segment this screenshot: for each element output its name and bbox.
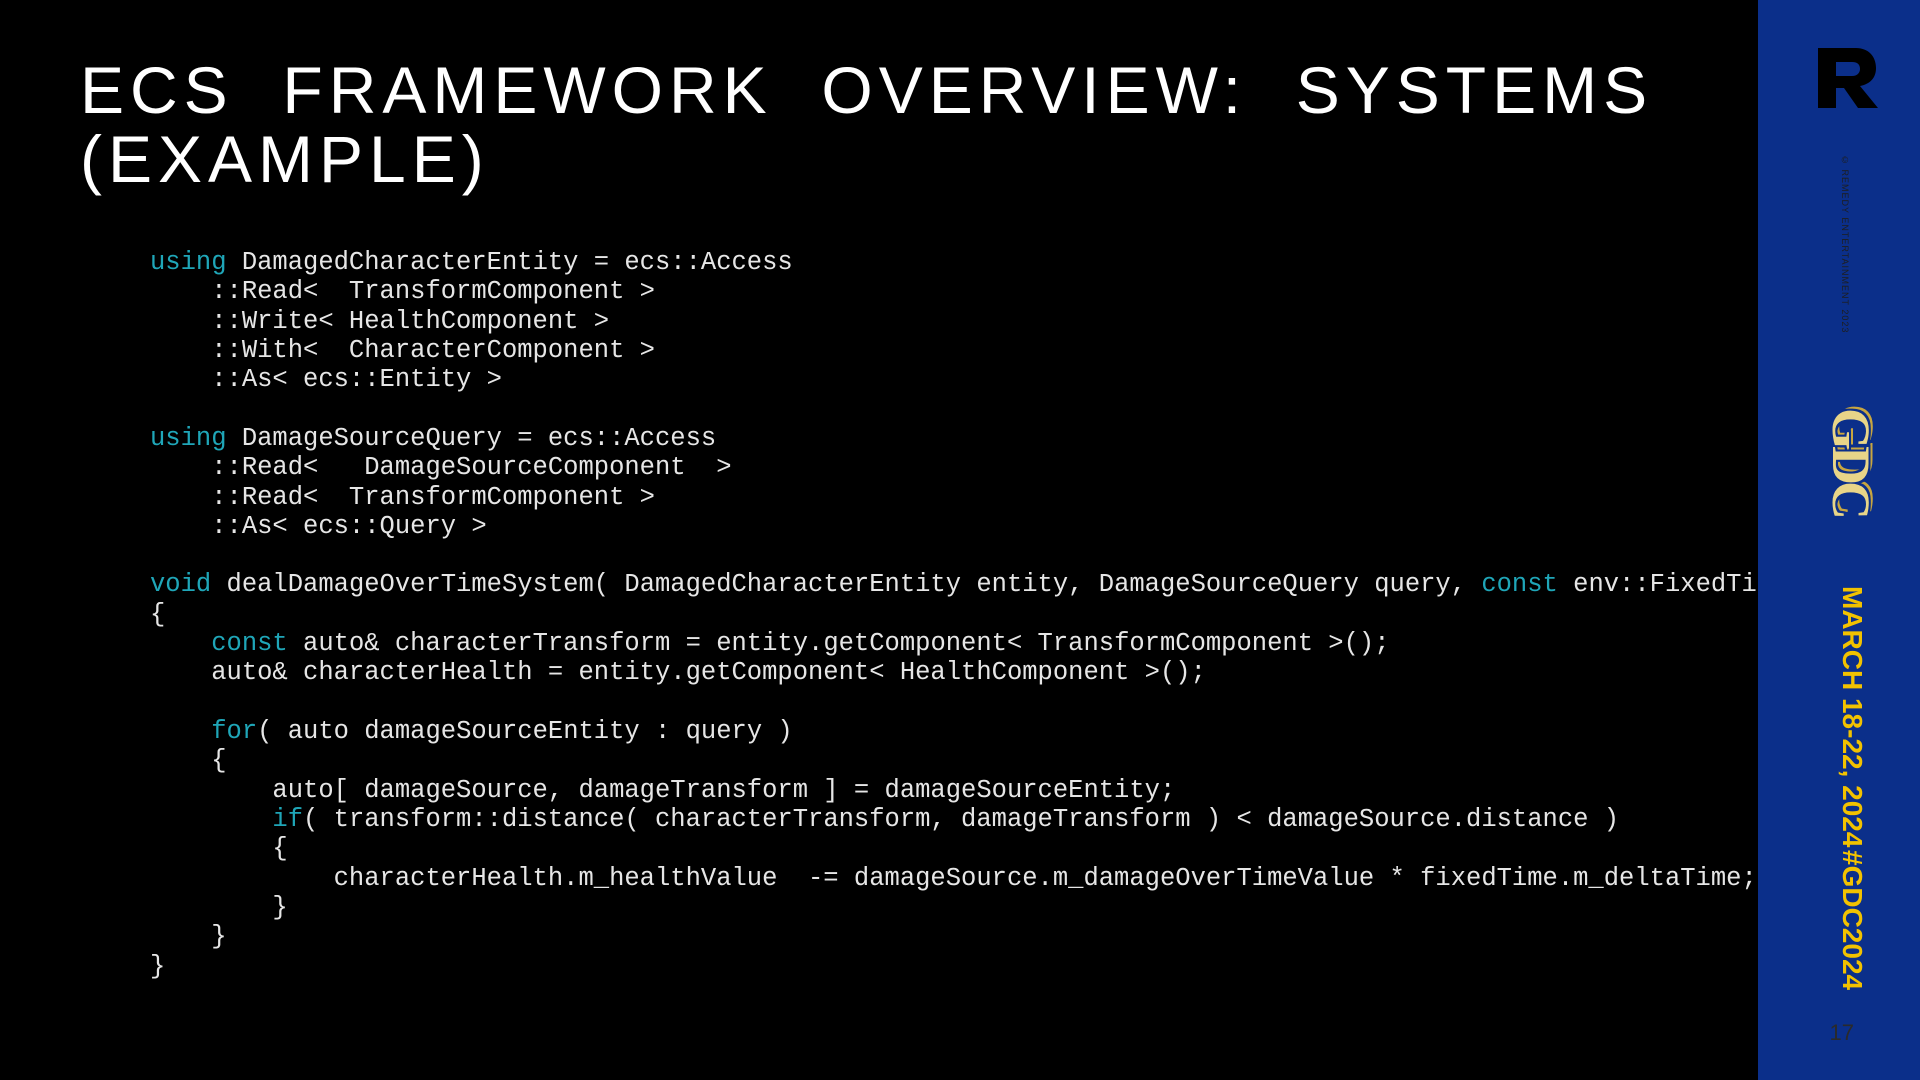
- code-line: {: [150, 600, 165, 629]
- keyword-void: void: [150, 570, 211, 599]
- keyword-using: using: [150, 424, 227, 453]
- code-line: {: [150, 834, 288, 863]
- code-line: ::As< ecs::Query >: [150, 512, 487, 541]
- code-indent: [150, 717, 211, 746]
- slide: ECS FRAMEWORK OVERVIEW: SYSTEMS (EXAMPLE…: [0, 0, 1920, 1080]
- copyright-text: © REMEDY ENTERTAINMENT 2023: [1840, 155, 1850, 333]
- code-line: auto& characterTransform = entity.getCom…: [288, 629, 1390, 658]
- code-line: DamageSourceQuery = ecs::Access: [227, 424, 717, 453]
- conference-hashtag: #GDC2024: [1836, 850, 1868, 990]
- code-line: ::Read< DamageSourceComponent >: [150, 453, 732, 482]
- code-line: }: [150, 922, 227, 951]
- code-line: characterHealth.m_healthValue -= damageS…: [150, 864, 1757, 893]
- code-line: ::As< ecs::Entity >: [150, 365, 502, 394]
- code-line: ( auto damageSourceEntity : query ): [257, 717, 793, 746]
- conference-dates: MARCH 18-22, 2024: [1836, 586, 1868, 847]
- remedy-logo-icon: [1812, 48, 1880, 112]
- slide-title: ECS FRAMEWORK OVERVIEW: SYSTEMS (EXAMPLE…: [80, 56, 1653, 195]
- gdc-logo-icon: GDC: [1820, 408, 1882, 516]
- code-example: using DamagedCharacterEntity = ecs::Acce…: [150, 248, 1920, 981]
- keyword-const: const: [1481, 570, 1558, 599]
- keyword-if: if: [272, 805, 303, 834]
- code-line: auto& characterHealth = entity.getCompon…: [150, 658, 1206, 687]
- keyword-const: const: [211, 629, 288, 658]
- code-line: ::Read< TransformComponent >: [150, 483, 655, 512]
- sidebar: © REMEDY ENTERTAINMENT 2023 GDC MARCH 18…: [1758, 0, 1920, 1080]
- code-line: ::Read< TransformComponent >: [150, 277, 655, 306]
- code-line: ::Write< HealthComponent >: [150, 307, 609, 336]
- code-line: auto[ damageSource, damageTransform ] = …: [150, 776, 1175, 805]
- code-line: DamagedCharacterEntity = ecs::Access: [227, 248, 793, 277]
- code-indent: [150, 629, 211, 658]
- code-line: ( transform::distance( characterTransfor…: [303, 805, 1619, 834]
- keyword-using: using: [150, 248, 227, 277]
- code-line: }: [150, 893, 288, 922]
- code-indent: [150, 805, 272, 834]
- page-number: 17: [1830, 1020, 1854, 1046]
- code-line: }: [150, 952, 165, 981]
- code-line: dealDamageOverTimeSystem( DamagedCharact…: [211, 570, 1481, 599]
- code-line: {: [150, 746, 227, 775]
- keyword-for: for: [211, 717, 257, 746]
- code-line: ::With< CharacterComponent >: [150, 336, 655, 365]
